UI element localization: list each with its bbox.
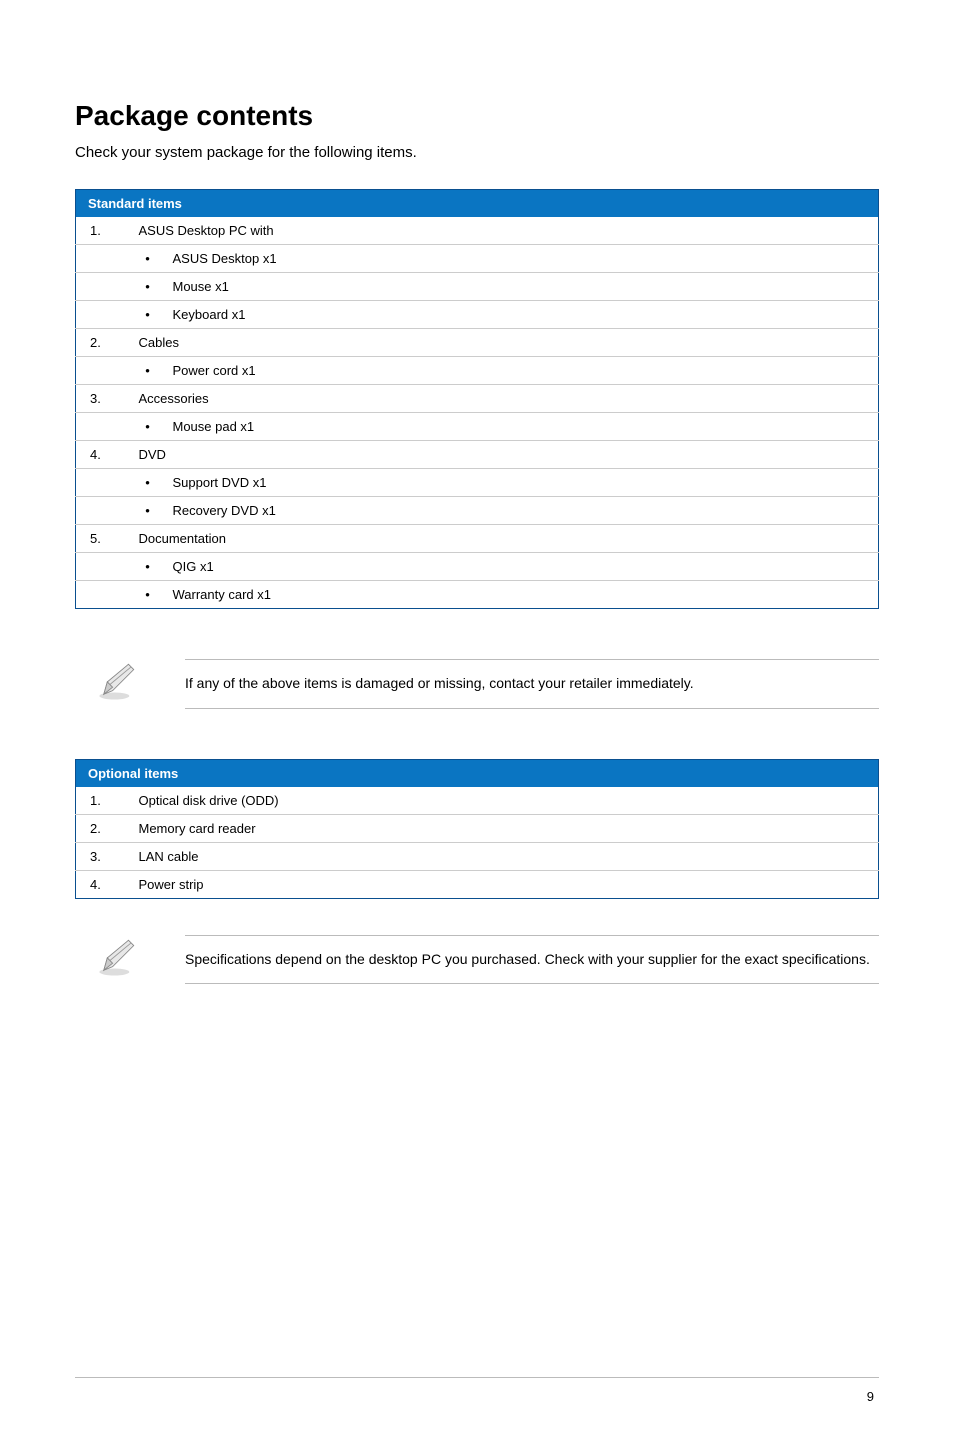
row-text: Power strip — [131, 870, 879, 898]
row-num — [76, 497, 131, 525]
table-row: •Warranty card x1 — [76, 581, 879, 609]
table-row: 3.LAN cable — [76, 842, 879, 870]
note-text-2: Specifications depend on the desktop PC … — [185, 950, 879, 970]
page-number: 9 — [867, 1389, 874, 1404]
row-num — [76, 413, 131, 441]
bullet-icon: • — [131, 301, 165, 329]
table-row: •Recovery DVD x1 — [76, 497, 879, 525]
table-row: 2.Cables — [76, 329, 879, 357]
row-num: 1. — [76, 787, 131, 815]
note-block-1: If any of the above items is damaged or … — [75, 659, 879, 709]
table-row: •Keyboard x1 — [76, 301, 879, 329]
row-num: 2. — [76, 329, 131, 357]
table-row: •QIG x1 — [76, 553, 879, 581]
table-row: 5.Documentation — [76, 525, 879, 553]
table-row: •ASUS Desktop x1 — [76, 245, 879, 273]
standard-items-table: Standard items 1.ASUS Desktop PC with•AS… — [75, 189, 879, 609]
page-title: Package contents — [75, 100, 879, 132]
table-row: 3.Accessories — [76, 385, 879, 413]
table-row: 1.Optical disk drive (ODD) — [76, 787, 879, 815]
bullet-icon: • — [131, 553, 165, 581]
row-text: Keyboard x1 — [165, 301, 879, 329]
row-num: 3. — [76, 842, 131, 870]
row-text: ASUS Desktop PC with — [131, 217, 879, 245]
row-text: Optical disk drive (ODD) — [131, 787, 879, 815]
row-text: DVD — [131, 441, 879, 469]
row-text: Recovery DVD x1 — [165, 497, 879, 525]
table-row: •Support DVD x1 — [76, 469, 879, 497]
bullet-icon: • — [131, 413, 165, 441]
table-row: •Mouse x1 — [76, 273, 879, 301]
row-text: ASUS Desktop x1 — [165, 245, 879, 273]
bullet-icon: • — [131, 273, 165, 301]
bullet-icon: • — [131, 245, 165, 273]
row-num — [76, 245, 131, 273]
row-text: Support DVD x1 — [165, 469, 879, 497]
row-num — [76, 301, 131, 329]
row-num: 1. — [76, 217, 131, 245]
row-text: Memory card reader — [131, 814, 879, 842]
standard-header: Standard items — [76, 190, 879, 218]
bullet-icon: • — [131, 581, 165, 609]
bullet-icon: • — [131, 469, 165, 497]
table-row: •Mouse pad x1 — [76, 413, 879, 441]
table-row: 1.ASUS Desktop PC with — [76, 217, 879, 245]
note-block-2: Specifications depend on the desktop PC … — [75, 935, 879, 985]
row-num: 4. — [76, 870, 131, 898]
row-text: QIG x1 — [165, 553, 879, 581]
row-num — [76, 273, 131, 301]
row-text: Power cord x1 — [165, 357, 879, 385]
row-num — [76, 357, 131, 385]
table-row: 4.Power strip — [76, 870, 879, 898]
row-text: Mouse pad x1 — [165, 413, 879, 441]
bullet-icon: • — [131, 357, 165, 385]
pencil-note-icon — [95, 659, 145, 708]
row-text: Cables — [131, 329, 879, 357]
table-row: 2.Memory card reader — [76, 814, 879, 842]
row-text: Documentation — [131, 525, 879, 553]
row-num: 4. — [76, 441, 131, 469]
table-row: 4.DVD — [76, 441, 879, 469]
row-num: 2. — [76, 814, 131, 842]
bullet-icon: • — [131, 497, 165, 525]
table-row: •Power cord x1 — [76, 357, 879, 385]
optional-header: Optional items — [76, 759, 879, 787]
optional-items-table: Optional items 1.Optical disk drive (ODD… — [75, 759, 879, 899]
footer-rule — [75, 1377, 879, 1378]
row-num: 5. — [76, 525, 131, 553]
row-num — [76, 581, 131, 609]
pencil-note-icon — [95, 935, 145, 984]
intro-text: Check your system package for the follow… — [75, 144, 879, 161]
row-text: LAN cable — [131, 842, 879, 870]
row-num — [76, 553, 131, 581]
row-num: 3. — [76, 385, 131, 413]
row-text: Mouse x1 — [165, 273, 879, 301]
row-text: Warranty card x1 — [165, 581, 879, 609]
row-num — [76, 469, 131, 497]
note-text-1: If any of the above items is damaged or … — [185, 674, 879, 694]
row-text: Accessories — [131, 385, 879, 413]
